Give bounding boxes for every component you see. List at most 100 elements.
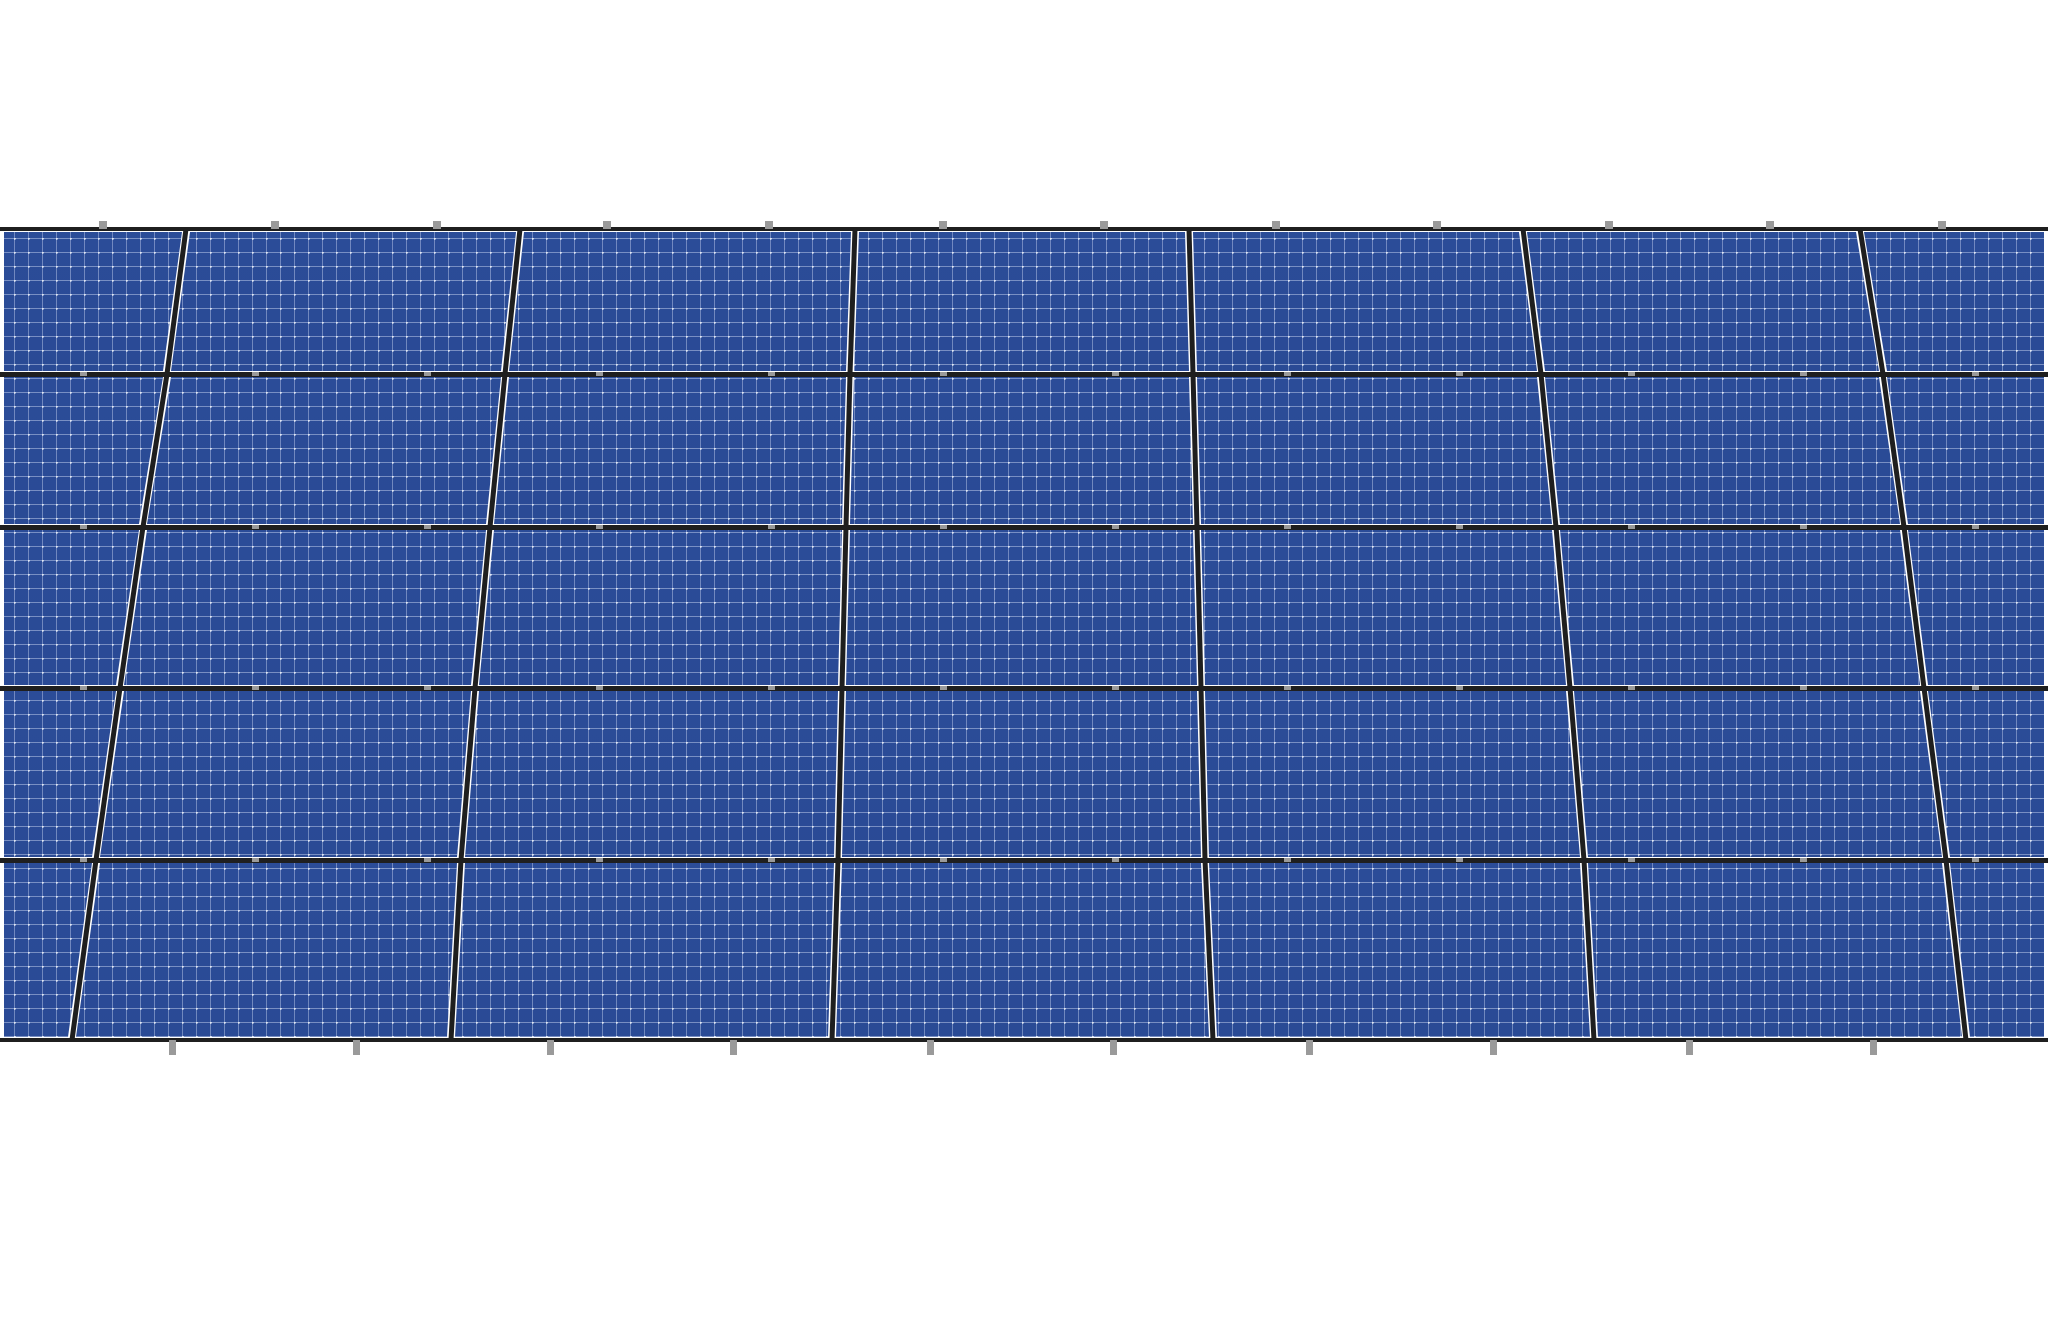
rail-clamp: [424, 858, 431, 862]
solar-panel-cells: [1574, 691, 1942, 857]
mounting-clamp: [433, 221, 441, 229]
mounting-clamp: [1605, 221, 1613, 229]
rail-clamp: [1972, 858, 1979, 862]
panel-field: [4, 232, 2044, 1037]
rail-clamp: [596, 525, 603, 529]
rail-clamp: [1628, 858, 1635, 862]
rail-clamp: [424, 686, 431, 690]
rail-clamp: [424, 525, 431, 529]
rail-clamp: [424, 372, 431, 376]
rail-clamp: [940, 372, 947, 376]
solar-panel-cells: [1193, 232, 1537, 371]
rail-clamp: [1800, 686, 1807, 690]
solar-panel-cells: [1205, 691, 1580, 857]
solar-panel-cells: [479, 530, 842, 685]
solar-panel-cells: [1527, 232, 1879, 371]
solar-panel-cells: [1887, 377, 2044, 524]
mounting-clamp: [603, 221, 611, 229]
rail-clamp: [1456, 858, 1463, 862]
frame-rail-horizontal: [0, 227, 2048, 231]
mounting-clamp: [1938, 221, 1946, 229]
rail-clamp: [1628, 686, 1635, 690]
mounting-foot: [1686, 1040, 1693, 1055]
mounting-foot: [353, 1040, 360, 1055]
rail-clamp: [1284, 686, 1291, 690]
rail-clamp: [768, 525, 775, 529]
rail-clamp: [1112, 525, 1119, 529]
mounting-foot: [1490, 1040, 1497, 1055]
rail-clamp: [940, 858, 947, 862]
solar-panel-cells: [4, 377, 163, 524]
frame-rail-horizontal: [0, 372, 2048, 377]
solar-panel-cells: [1560, 530, 1920, 685]
rail-clamp: [80, 686, 87, 690]
mounting-clamp: [271, 221, 279, 229]
rail-clamp: [1284, 372, 1291, 376]
solar-panel-cells: [1588, 863, 1962, 1037]
solar-panel-cells: [147, 377, 501, 524]
frame-rail-horizontal: [0, 686, 2048, 691]
rail-clamp: [596, 686, 603, 690]
solar-panel-cells: [465, 691, 838, 857]
solar-panel-cells: [836, 863, 1209, 1037]
rail-clamp: [1284, 525, 1291, 529]
rail-clamp: [252, 686, 259, 690]
mounting-clamp: [1433, 221, 1441, 229]
rail-clamp: [252, 858, 259, 862]
solar-panel-cells: [509, 232, 851, 371]
rail-clamp: [1112, 686, 1119, 690]
rail-clamp: [1284, 858, 1291, 862]
rail-clamp: [596, 372, 603, 376]
rail-clamp: [940, 525, 947, 529]
solar-panel-cells: [842, 691, 1201, 857]
solar-panel-cells: [846, 530, 1197, 685]
mounting-clamp: [1272, 221, 1280, 229]
rail-clamp: [1800, 858, 1807, 862]
solar-panel-cells: [494, 377, 846, 524]
mounting-foot: [1110, 1040, 1117, 1055]
rail-clamp: [80, 372, 87, 376]
rail-clamp: [80, 858, 87, 862]
mounting-foot: [169, 1040, 176, 1055]
frame-rail-horizontal: [0, 858, 2048, 863]
rail-clamp: [768, 372, 775, 376]
solar-panel-cells: [124, 530, 486, 685]
rail-clamp: [768, 686, 775, 690]
mounting-foot: [1306, 1040, 1313, 1055]
solar-panel-cells: [1209, 863, 1590, 1037]
mounting-foot: [1870, 1040, 1877, 1055]
rail-clamp: [1112, 858, 1119, 862]
solar-panel-cells: [1201, 530, 1566, 685]
solar-array-photo: [0, 0, 2048, 1321]
mounting-foot: [730, 1040, 737, 1055]
solar-panel-cells: [455, 863, 834, 1037]
rail-clamp: [1800, 525, 1807, 529]
rail-clamp: [80, 525, 87, 529]
mounting-clamp: [1100, 221, 1108, 229]
mounting-clamp: [939, 221, 947, 229]
mounting-foot: [927, 1040, 934, 1055]
rail-clamp: [1800, 372, 1807, 376]
frame-rail-horizontal: [0, 1038, 2048, 1042]
rail-clamp: [1972, 372, 1979, 376]
rail-clamp: [1628, 525, 1635, 529]
rail-clamp: [940, 686, 947, 690]
solar-panel-cells: [1864, 232, 2044, 371]
rail-clamp: [1628, 372, 1635, 376]
rail-clamp: [1112, 372, 1119, 376]
solar-panel-cells: [854, 232, 1189, 371]
solar-panel-cells: [1908, 530, 2044, 685]
mounting-clamp: [765, 221, 773, 229]
solar-panel-cells: [100, 691, 471, 857]
solar-panel-cells: [1197, 377, 1552, 524]
rail-clamp: [1972, 686, 1979, 690]
rail-clamp: [596, 858, 603, 862]
solar-panel-cells: [850, 377, 1193, 524]
solar-panel-cells: [171, 232, 516, 371]
rail-clamp: [252, 372, 259, 376]
solar-panel-cells: [4, 232, 182, 371]
mounting-clamp: [1766, 221, 1774, 229]
mounting-clamp: [99, 221, 107, 229]
rail-clamp: [1456, 372, 1463, 376]
mounting-foot: [547, 1040, 554, 1055]
